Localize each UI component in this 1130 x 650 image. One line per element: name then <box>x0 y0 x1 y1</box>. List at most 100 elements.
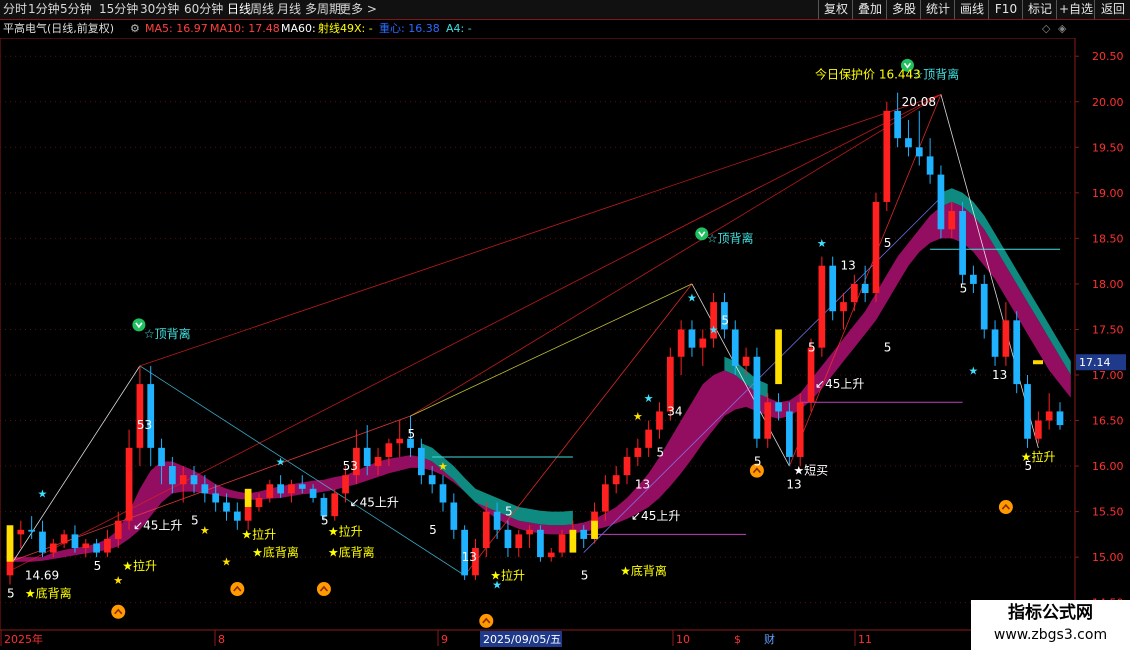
buy-signal-icon[interactable] <box>111 604 126 619</box>
toolbar-button-1[interactable]: 叠加 <box>852 0 887 19</box>
toolbar-button-7[interactable]: +自选 <box>1056 0 1095 19</box>
y-tick-label: 20.50 <box>1092 50 1124 63</box>
candle-body <box>634 447 642 457</box>
star-marker: ★ <box>113 574 123 587</box>
signal-bar <box>244 488 252 508</box>
candle-body <box>233 511 241 521</box>
period-tab-0[interactable]: 分时 <box>3 1 27 18</box>
period-tab-10[interactable]: 更多 > <box>339 1 377 18</box>
toolbar-button-6[interactable]: 标记 <box>1022 0 1057 19</box>
a4-label: A4: - <box>446 22 472 35</box>
candle-body <box>970 274 977 284</box>
diamond-icon[interactable]: ◇ <box>1042 19 1050 38</box>
y-tick-label: 15.50 <box>1092 506 1124 519</box>
buy-signal-icon[interactable] <box>230 582 245 597</box>
annotation-label: ★底背离 <box>328 545 375 560</box>
candle-body <box>796 402 804 457</box>
candle-body <box>883 110 891 202</box>
y-tick-label: 19.50 <box>1092 141 1124 154</box>
annotation-label: 13 <box>786 477 801 491</box>
candle-body <box>840 302 847 312</box>
buy-signal-icon[interactable] <box>479 613 494 628</box>
candle-body <box>158 447 165 467</box>
settings-gear-icon[interactable]: ⚙ <box>130 19 140 38</box>
candle-body <box>179 475 187 485</box>
y-tick-label: 15.00 <box>1092 551 1124 564</box>
candle-body <box>71 534 79 549</box>
candle-body <box>829 265 837 312</box>
star-marker: ★ <box>968 364 978 377</box>
period-tab-6[interactable]: 日线 <box>227 1 251 18</box>
candle-body <box>104 538 111 553</box>
candle-body <box>1045 411 1053 421</box>
signal-bar <box>775 329 782 385</box>
annotation-label: 5 <box>656 445 664 459</box>
candle-body <box>915 147 923 157</box>
y-tick-label: 20.00 <box>1092 96 1124 109</box>
candle-body <box>526 529 533 535</box>
toolbar-button-4[interactable]: 画线 <box>954 0 989 19</box>
candle-body <box>580 529 588 539</box>
period-toolbar: 分时 1分钟 5分钟 15分钟 30分钟 60分钟 日线 周线 月线 多周期 更多 > 复权 叠加 多股统… <box>0 0 1130 20</box>
candle-body <box>17 529 25 535</box>
annotation-label: 5 <box>960 281 968 295</box>
kline-chart[interactable]: 20.50 20.00 19.50 19.00 18.50 18.00 17.50 17.00… <box>0 38 1130 650</box>
candle-body <box>807 347 815 403</box>
candle-body <box>417 447 425 476</box>
toolbar-button-5[interactable]: F10 <box>988 0 1023 19</box>
period-tab-7[interactable]: 周线 <box>250 1 274 18</box>
candle-body <box>309 488 317 498</box>
toolbar-button-8[interactable]: 返回 <box>1094 0 1130 19</box>
candle-body <box>385 443 393 457</box>
toolbar-button-0[interactable]: 复权 <box>818 0 853 19</box>
annotation-label: 5 <box>191 514 199 528</box>
candle-body <box>905 138 912 148</box>
period-tab-4[interactable]: 30分钟 <box>140 1 179 18</box>
y-tick-label: 16.50 <box>1092 415 1124 428</box>
period-tab-9[interactable]: 多周期 <box>305 1 341 18</box>
buy-signal-icon[interactable] <box>316 582 331 597</box>
star-marker: ★ <box>37 487 47 500</box>
candle-body <box>775 402 782 412</box>
period-tab-8[interactable]: 月线 <box>277 1 301 18</box>
star-marker: ★ <box>709 323 719 336</box>
star-marker: ★ <box>687 292 697 305</box>
candle-body <box>331 493 339 517</box>
indicator-info-bar: 平高电气(日线,前复权) ⚙ MA5: 16.97 MA10: 17.48 MA… <box>0 19 1075 38</box>
dollar-marker[interactable]: $ <box>734 633 741 646</box>
period-tab-2[interactable]: 5分钟 <box>60 1 92 18</box>
candle-body <box>872 201 880 294</box>
toolbar-button-3[interactable]: 统计 <box>920 0 955 19</box>
candle-body <box>136 384 144 448</box>
annotation-label: 5 <box>721 313 729 327</box>
current-price-label: 17.14 <box>1079 356 1111 369</box>
candle-body <box>1056 411 1064 426</box>
finance-marker[interactable]: 财 <box>764 632 775 646</box>
annotation-label: ★拉升 <box>490 567 525 582</box>
y-tick-label: 18.50 <box>1092 232 1124 245</box>
candle-body <box>201 484 209 494</box>
candle-body <box>93 543 100 553</box>
candle-body <box>926 156 934 175</box>
candle-body <box>450 502 458 530</box>
candle-body <box>537 529 544 558</box>
annotation-label: 5 <box>408 427 416 441</box>
cube-icon[interactable]: ◈ <box>1058 19 1066 38</box>
candle-body <box>850 283 858 303</box>
annotation-label: 5 <box>754 455 762 469</box>
period-tab-1[interactable]: 1分钟 <box>28 1 60 18</box>
period-tab-5[interactable]: 60分钟 <box>184 1 223 18</box>
buy-signal-icon[interactable] <box>998 500 1013 515</box>
annotation-label: 5 <box>1025 459 1033 473</box>
ma60-label: MA60: <box>281 22 316 35</box>
x-tick-label: 9 <box>441 633 448 646</box>
toolbar-button-2[interactable]: 多股 <box>886 0 921 19</box>
candle-body <box>1024 384 1031 439</box>
candle-body <box>861 283 869 294</box>
annotation-label: 53 <box>343 459 358 473</box>
candle-body <box>688 329 696 348</box>
star-marker: ★ <box>221 556 231 569</box>
period-tab-3[interactable]: 15分钟 <box>99 1 138 18</box>
annotation-label: 13 <box>635 477 650 491</box>
candle-body <box>656 411 663 430</box>
